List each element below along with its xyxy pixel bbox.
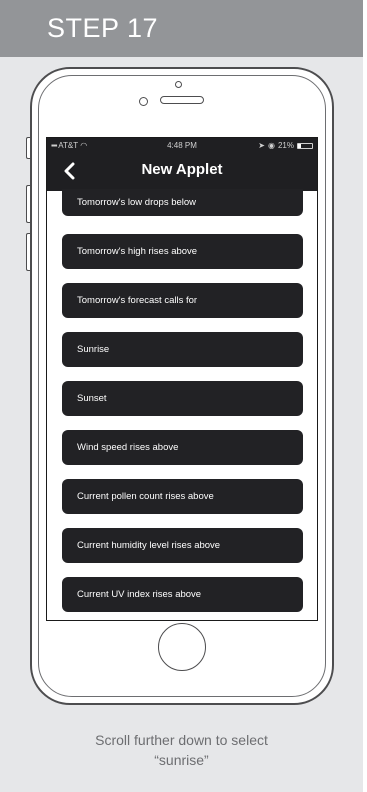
list-item-sunrise[interactable]: Sunrise: [62, 332, 303, 367]
app-top-bar: ▪▪▪ AT&T ◠ 4:48 PM ➤ ◉ 21% New Applet: [47, 138, 317, 191]
battery-percent: 21%: [277, 141, 294, 150]
instruction-card: STEP 17 ▪▪▪ AT&T ◠ 4:48 PM ➤ ◉ 21% New A…: [0, 0, 363, 792]
alarm-icon: ◉: [268, 141, 275, 150]
phone-screen: ▪▪▪ AT&T ◠ 4:48 PM ➤ ◉ 21% New Applet To…: [46, 137, 318, 621]
phone-sensor-dot: [175, 81, 182, 88]
list-item[interactable]: Sunset: [62, 381, 303, 416]
page-title: New Applet: [141, 161, 223, 178]
instruction-caption: Scroll further down to select “sunrise”: [0, 730, 363, 770]
phone-camera-icon: [139, 97, 148, 106]
list-item[interactable]: Current humidity level rises above: [62, 528, 303, 563]
battery-icon: [297, 142, 313, 149]
list-item[interactable]: Wind speed rises above: [62, 430, 303, 465]
caption-line-2: “sunrise”: [154, 752, 209, 768]
list-item[interactable]: Current UV index rises above: [62, 577, 303, 612]
caption-line-1: Scroll further down to select: [95, 732, 268, 748]
status-bar: ▪▪▪ AT&T ◠ 4:48 PM ➤ ◉ 21%: [47, 141, 317, 153]
nav-bar: New Applet: [47, 156, 317, 186]
status-right: ➤ ◉ 21%: [258, 141, 313, 150]
phone-speaker-icon: [160, 96, 204, 104]
list-item[interactable]: Current pollen count rises above: [62, 479, 303, 514]
battery-fill: [298, 143, 301, 148]
list-item[interactable]: Tomorrow's forecast calls for: [62, 283, 303, 318]
step-header: STEP 17: [0, 0, 363, 57]
list-item[interactable]: Tomorrow's high rises above: [62, 234, 303, 269]
phone-home-button: [158, 623, 206, 671]
location-icon: ➤: [258, 141, 265, 150]
list-item[interactable]: Tomorrow's low drops below: [62, 189, 303, 216]
